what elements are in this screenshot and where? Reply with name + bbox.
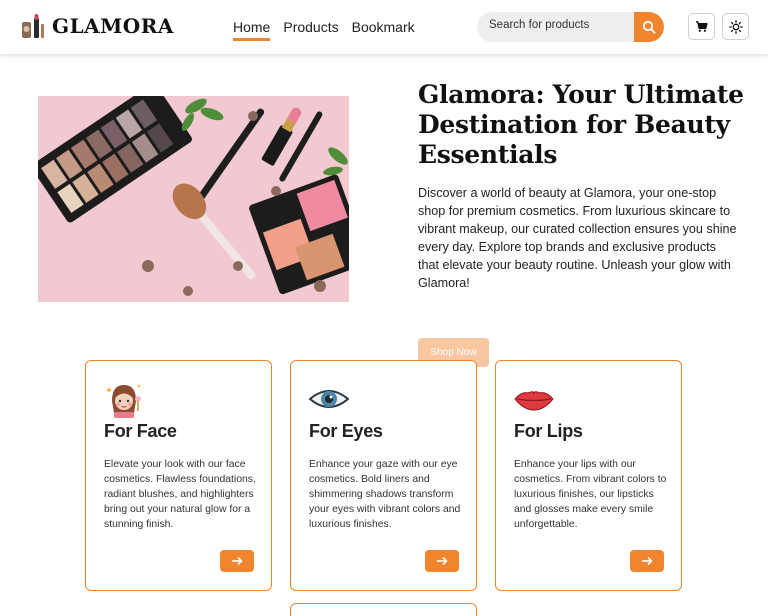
cosmetics-flatlay-illustration — [38, 96, 349, 302]
category-card-lips: For Lips Enhance your lips with our cosm… — [495, 360, 682, 591]
face-makeup-icon — [106, 384, 141, 418]
theme-toggle-button[interactable] — [722, 13, 749, 40]
category-description: Enhance your lips with our cosmetics. Fr… — [514, 459, 667, 530]
logo-text: GLAMORA — [52, 14, 174, 38]
nav-bookmark[interactable]: Bookmark — [352, 18, 415, 41]
eye-icon — [309, 390, 349, 408]
nav-home[interactable]: Home — [233, 18, 271, 41]
arrow-right-icon — [642, 556, 653, 566]
main-nav: Home Products Bookmark — [233, 18, 415, 41]
category-arrow-button[interactable] — [630, 550, 664, 572]
search-icon — [642, 20, 656, 34]
sun-icon — [728, 19, 743, 34]
nav-products[interactable]: Products — [283, 18, 338, 41]
search-input[interactable] — [489, 19, 629, 31]
hero-title: Glamora: Your Ultimate Destination for B… — [418, 80, 744, 169]
category-title: For Face — [104, 421, 177, 441]
arrow-right-icon — [232, 556, 243, 566]
search-button[interactable] — [634, 12, 664, 42]
lips-icon — [514, 391, 554, 411]
category-card-partial — [290, 603, 477, 616]
search-bar — [477, 12, 664, 42]
cart-icon — [695, 21, 708, 32]
category-card-face: For Face Elevate your look with our face… — [85, 360, 272, 591]
category-title: For Lips — [514, 421, 583, 441]
logo[interactable]: GLAMORA — [20, 12, 174, 40]
category-arrow-button[interactable] — [220, 550, 254, 572]
category-description: Elevate your look with our face cosmetic… — [104, 459, 256, 530]
hero-description: Discover a world of beauty at Glamora, y… — [418, 186, 737, 290]
category-card-eyes: For Eyes Enhance your gaze with our eye … — [290, 360, 477, 591]
hero-image — [38, 96, 349, 302]
cart-button[interactable] — [688, 13, 715, 40]
logo-icon — [22, 14, 44, 38]
arrow-right-icon — [437, 556, 448, 566]
top-navbar: GLAMORA Home Products Bookmark — [0, 0, 768, 54]
category-arrow-button[interactable] — [425, 550, 459, 572]
category-title: For Eyes — [309, 421, 383, 441]
category-description: Enhance your gaze with our eye cosmetics… — [309, 459, 461, 530]
